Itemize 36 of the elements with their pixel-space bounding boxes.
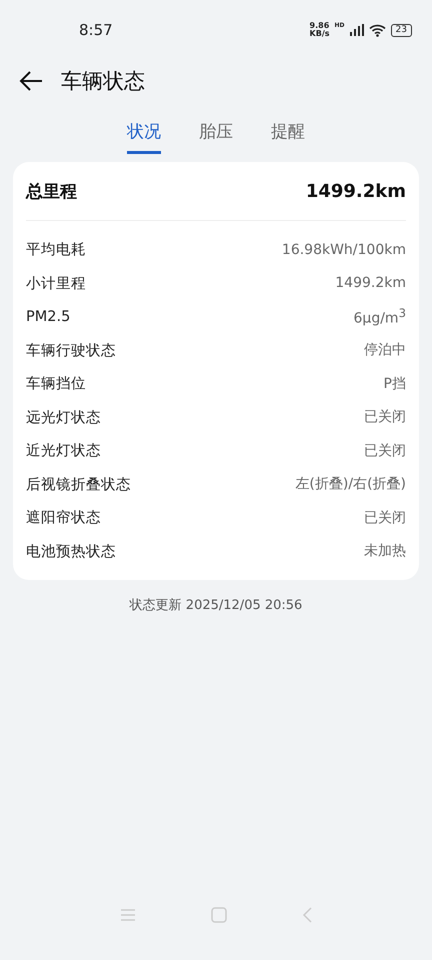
row-label: 车辆行驶状态 bbox=[26, 342, 116, 360]
total-mileage-value: 1499.2km bbox=[306, 180, 406, 202]
back-icon[interactable] bbox=[302, 907, 312, 923]
page-title: 车辆状态 bbox=[61, 68, 145, 95]
row-label: PM2.5 bbox=[26, 308, 70, 325]
row-value: 16.98kWh/100km bbox=[282, 242, 406, 258]
tab[interactable]: 胎压 bbox=[199, 118, 233, 154]
row-label: 车辆挡位 bbox=[26, 375, 86, 394]
row-value: 已关闭 bbox=[364, 408, 406, 426]
row-label: 远光灯状态 bbox=[26, 408, 101, 427]
tab[interactable]: 提醒 bbox=[271, 118, 305, 154]
row-value: 左(折叠)/右(折叠) bbox=[295, 475, 406, 494]
menu-icon[interactable] bbox=[120, 908, 136, 922]
wifi-icon bbox=[368, 24, 386, 36]
row-label: 遮阳帘状态 bbox=[26, 508, 101, 528]
row-label: 电池预热状态 bbox=[26, 542, 116, 561]
network-speed: 9.86 KB/s bbox=[310, 22, 330, 38]
row-label: 近光灯状态 bbox=[26, 442, 101, 460]
home-icon[interactable] bbox=[211, 907, 227, 923]
update-time: 状态更新 2025/12/05 20:56 bbox=[130, 598, 302, 613]
total-mileage-label: 总里程 bbox=[26, 180, 77, 202]
row-value: 已关闭 bbox=[364, 508, 406, 527]
row-value: P挡 bbox=[384, 374, 406, 393]
row-value: 停泊中 bbox=[364, 341, 406, 360]
status-time: 8:57 bbox=[79, 21, 113, 39]
row-value: 1499.2km bbox=[335, 275, 406, 292]
battery-level: 23 bbox=[390, 24, 412, 36]
row-label: 小计里程 bbox=[26, 274, 86, 293]
row-value: 已关闭 bbox=[364, 442, 406, 460]
back-button[interactable] bbox=[19, 71, 43, 91]
row-value: 未加热 bbox=[364, 542, 406, 560]
signal-icon bbox=[350, 24, 364, 36]
row-label: 平均电耗 bbox=[26, 241, 86, 260]
tab[interactable]: 状况 bbox=[127, 118, 161, 154]
row-value: 6μg/m$^{3}$ bbox=[354, 306, 406, 328]
row-label: 后视镜折叠状态 bbox=[26, 476, 131, 494]
